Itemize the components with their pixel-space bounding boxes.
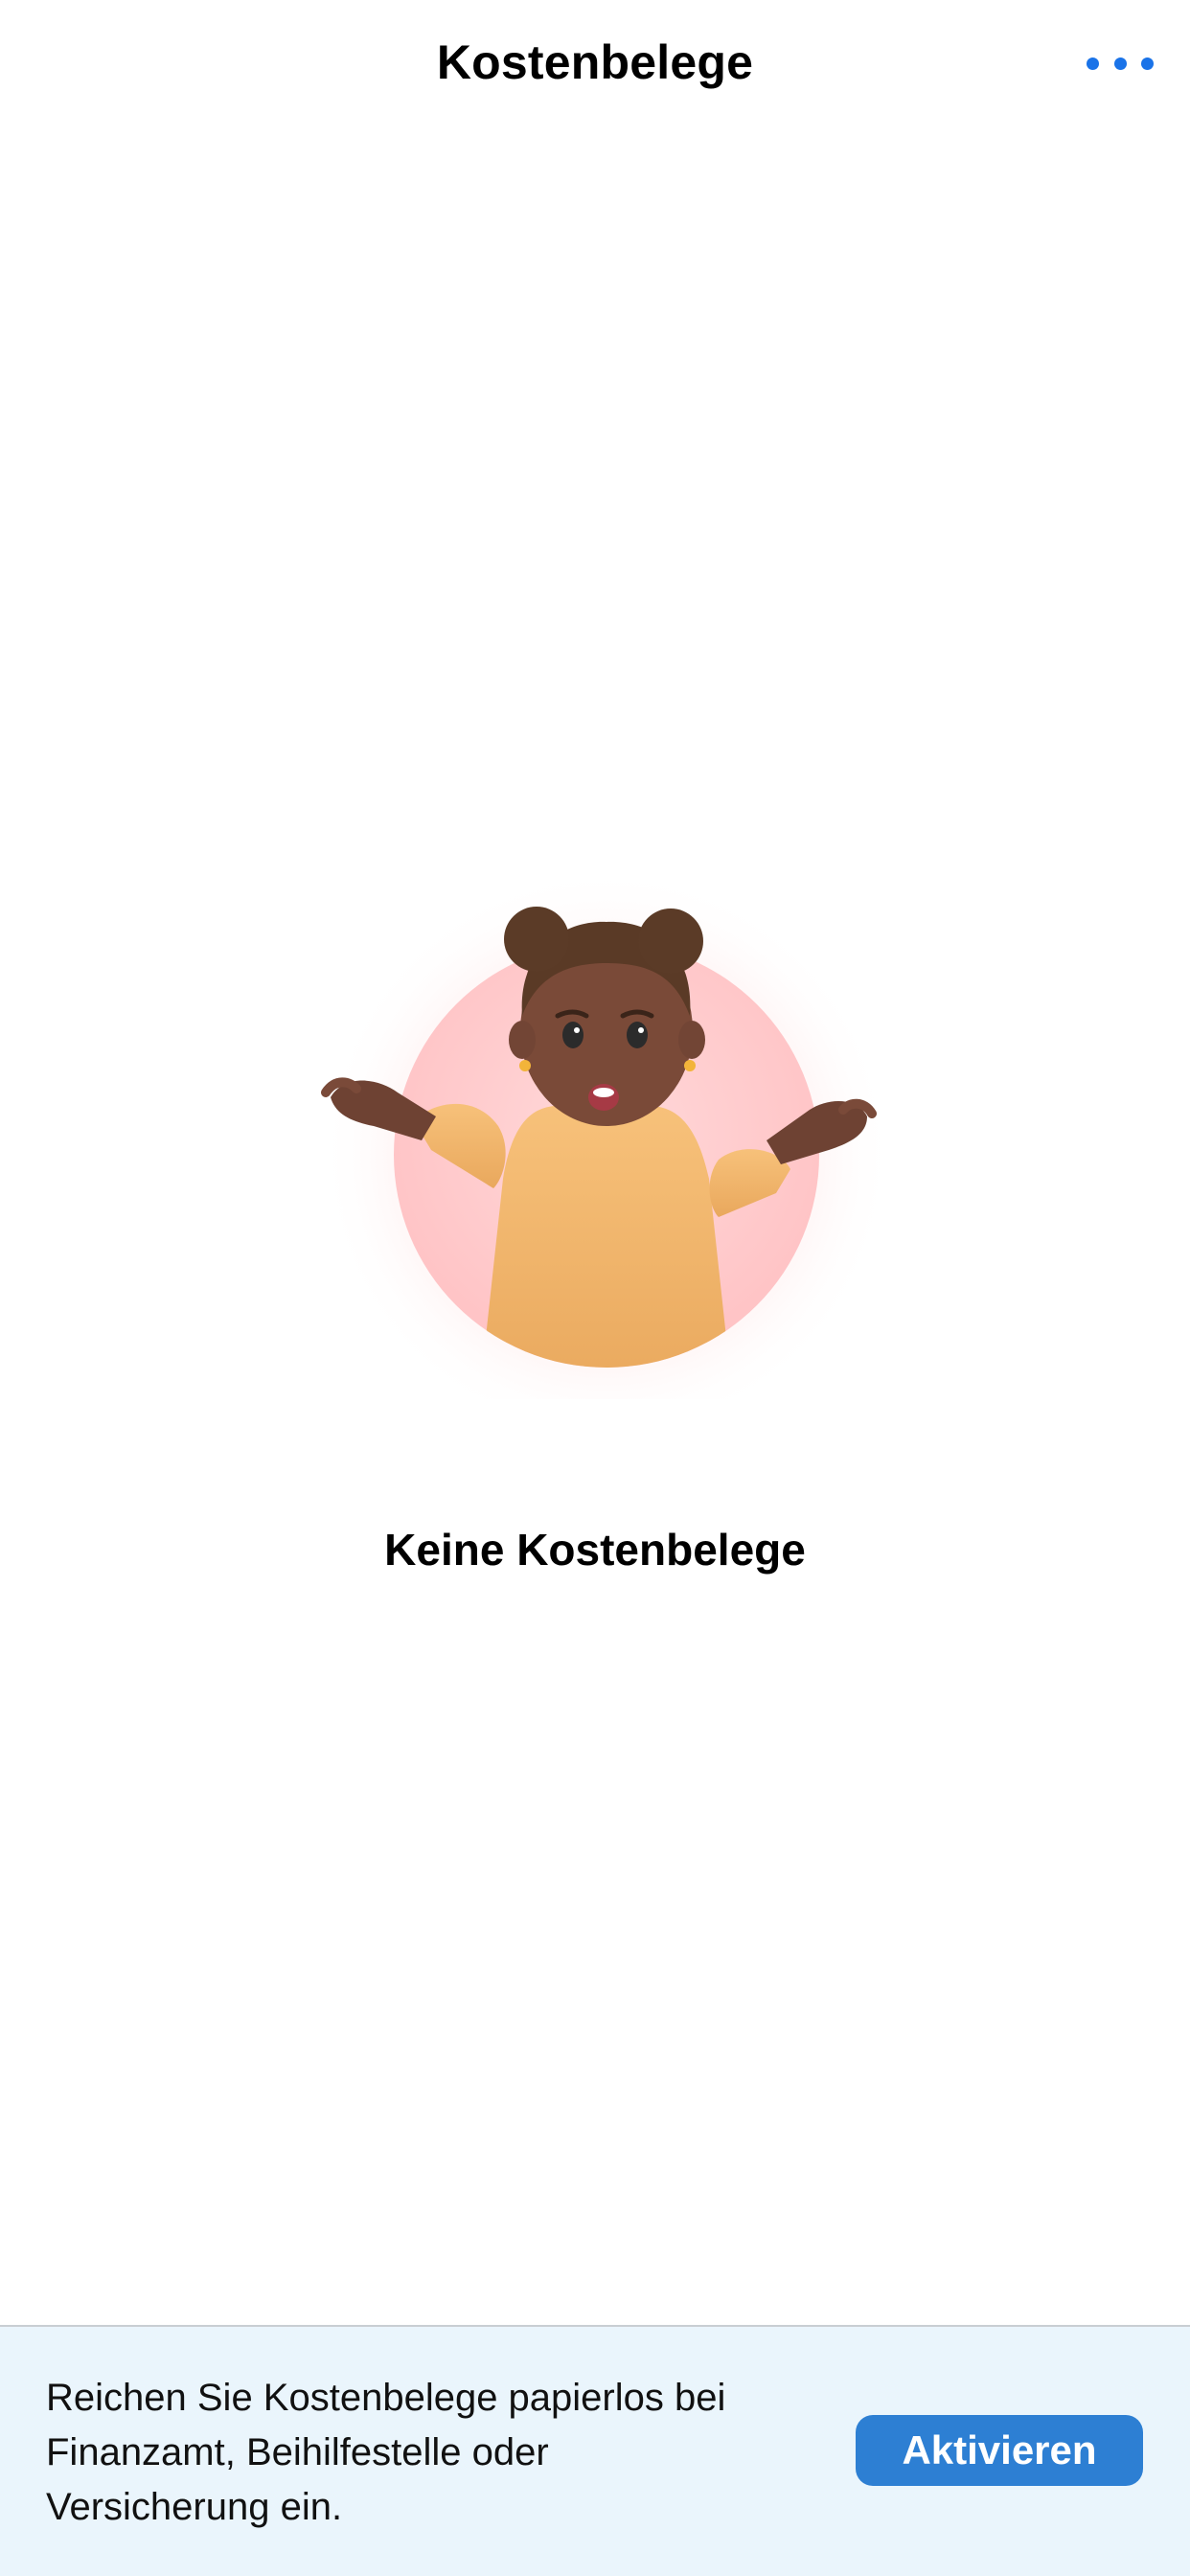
navigation-bar: Kostenbelege (0, 0, 1190, 126)
empty-state-title: Keine Kostenbelege (384, 1525, 806, 1575)
more-dot-icon (1113, 57, 1127, 70)
activation-banner: Reichen Sie Kostenbelege papierlos bei F… (0, 2325, 1190, 2576)
page-title: Kostenbelege (436, 35, 754, 89)
more-options-button[interactable] (1087, 40, 1154, 86)
more-dot-icon (1087, 57, 1099, 70)
banner-description: Reichen Sie Kostenbelege papierlos bei F… (46, 2377, 726, 2528)
activate-button[interactable]: Aktivieren (856, 2415, 1143, 2486)
more-dot-icon (1141, 57, 1154, 70)
shrugging-person-illustration (319, 867, 881, 1399)
